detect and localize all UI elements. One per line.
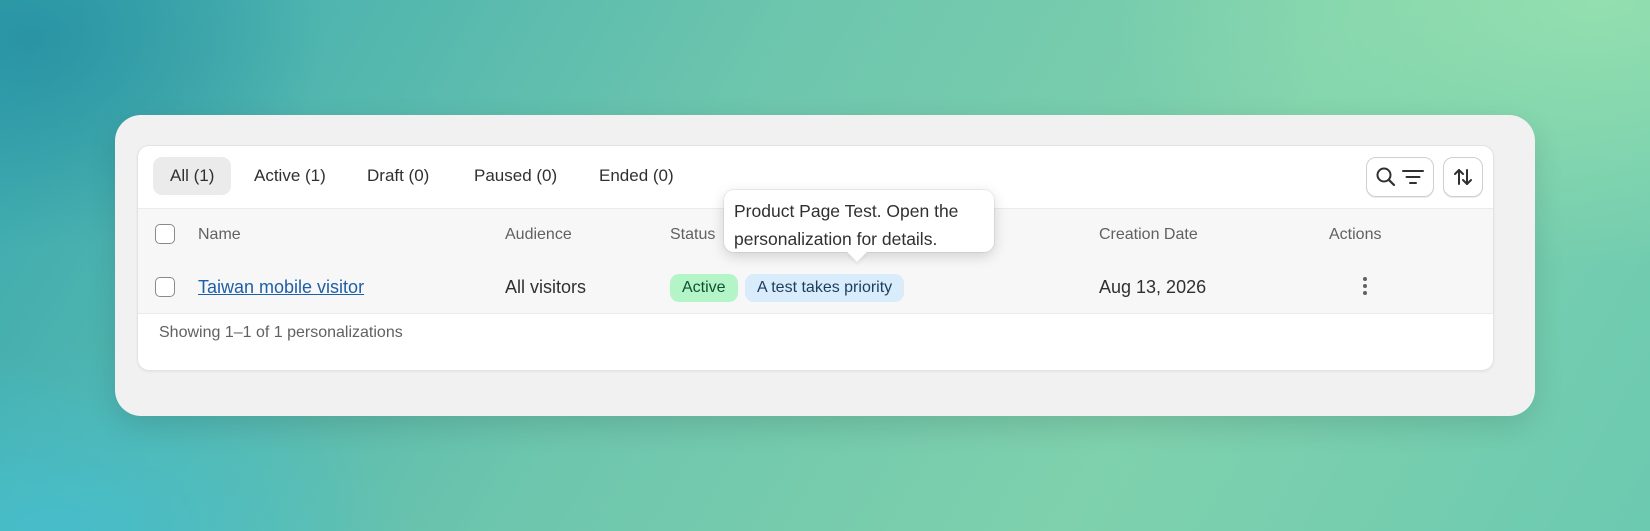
status-badge: Active xyxy=(670,274,738,302)
more-vertical-icon[interactable] xyxy=(1359,275,1371,299)
search-icon xyxy=(1376,167,1396,187)
row-checkbox[interactable] xyxy=(155,277,175,297)
column-header-actions: Actions xyxy=(1329,226,1382,243)
tab-paused[interactable]: Paused (0) xyxy=(457,157,574,195)
audience-cell: All visitors xyxy=(505,277,587,297)
tab-ended[interactable]: Ended (0) xyxy=(582,157,691,195)
personalizations-table-card: All (1) Active (1) Draft (0) Paused (0) … xyxy=(137,145,1494,371)
column-header-name[interactable]: Name xyxy=(198,209,241,261)
filter-lines-icon xyxy=(1402,170,1424,184)
sort-arrows-icon xyxy=(1454,169,1472,185)
select-all-checkbox[interactable] xyxy=(155,224,175,244)
column-header-creation-date[interactable]: Creation Date xyxy=(1099,209,1198,261)
tab-all[interactable]: All (1) xyxy=(153,157,232,195)
window-frame: All (1) Active (1) Draft (0) Paused (0) … xyxy=(115,115,1535,416)
sort-button[interactable] xyxy=(1443,157,1483,197)
table-row[interactable]: Taiwan mobile visitor All visitors Activ… xyxy=(138,261,1493,314)
creation-date-cell: Aug 13, 2026 xyxy=(1099,277,1207,297)
search-filter-button[interactable] xyxy=(1366,157,1434,197)
column-header-audience[interactable]: Audience xyxy=(505,209,572,261)
priority-tooltip: Product Page Test. Open the personalizat… xyxy=(724,190,994,262)
pagination-summary: Showing 1–1 of 1 personalizations xyxy=(159,324,403,341)
column-header-status[interactable]: Status xyxy=(670,209,715,261)
tooltip-text: Product Page Test. Open the personalizat… xyxy=(734,201,959,249)
tab-draft[interactable]: Draft (0) xyxy=(350,157,446,195)
personalization-name-link[interactable]: Taiwan mobile visitor xyxy=(198,261,364,313)
priority-info-badge[interactable]: A test takes priority xyxy=(745,274,905,302)
tab-active[interactable]: Active (1) xyxy=(237,157,343,195)
